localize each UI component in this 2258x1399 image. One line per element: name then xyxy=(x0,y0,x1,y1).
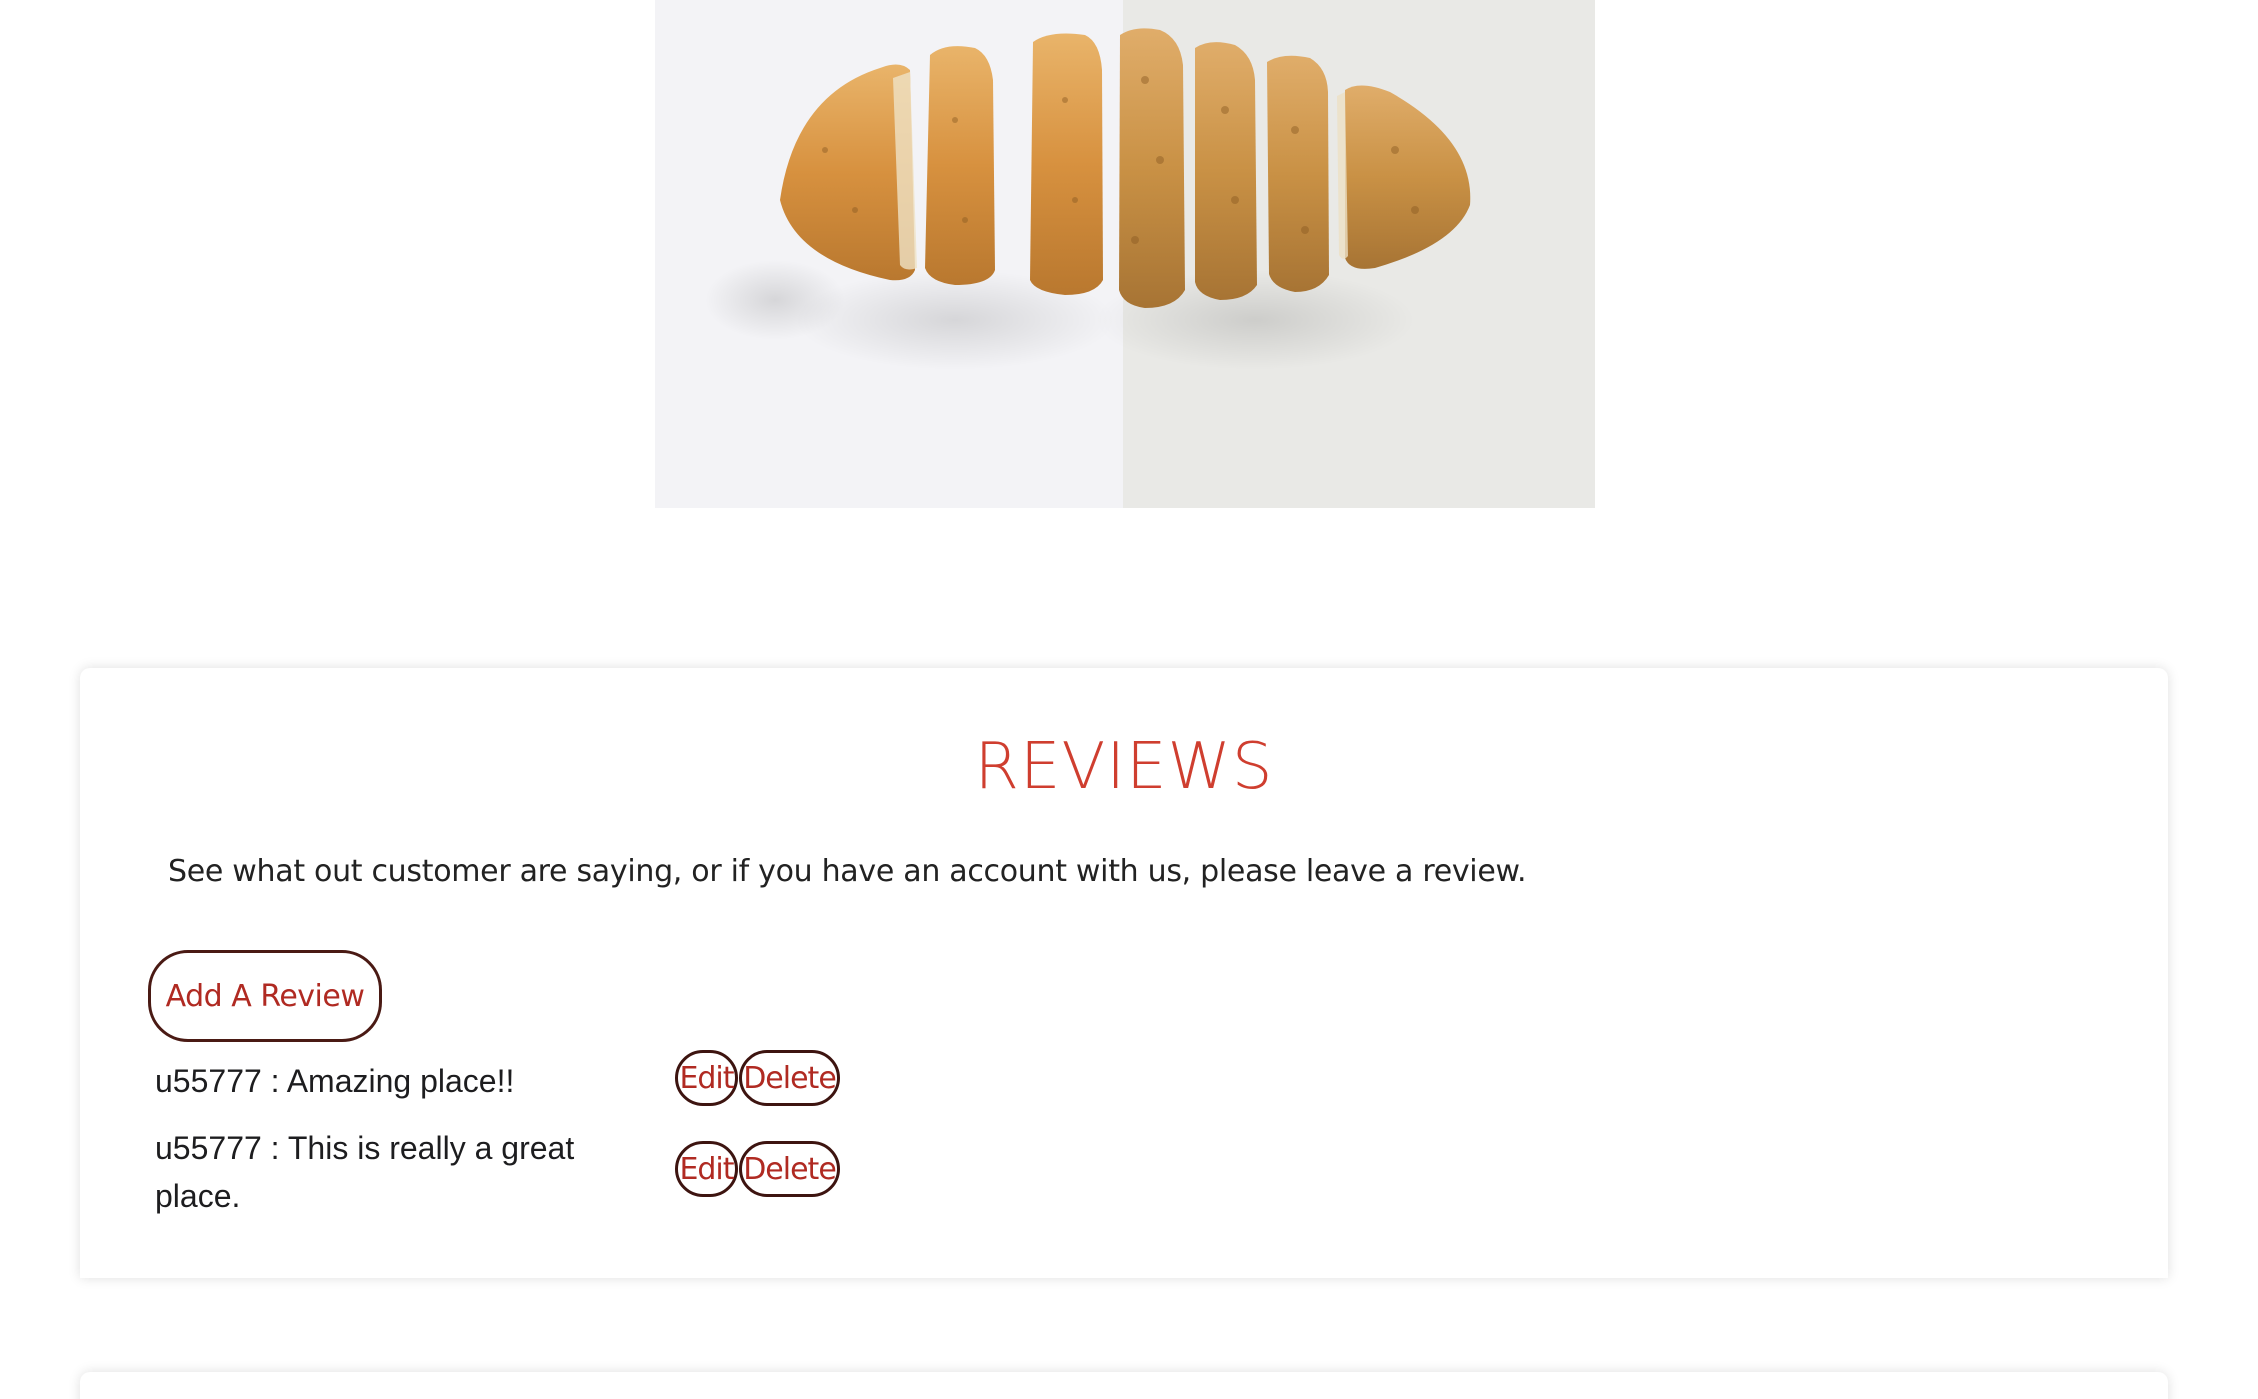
reviews-title: REVIEWS xyxy=(974,730,1274,804)
review-actions: Edit Delete xyxy=(675,1050,840,1106)
review-actions: Edit Delete xyxy=(675,1141,840,1197)
reviews-intro: See what out customer are saying, or if … xyxy=(168,854,1527,889)
reviews-card: REVIEWS See what out customer are saying… xyxy=(80,668,2168,1278)
sliced-bread-image xyxy=(655,0,1595,508)
review-item: u55777 : Amazing place!! xyxy=(155,1063,515,1099)
delete-review-button[interactable]: Delete xyxy=(739,1141,840,1197)
edit-review-button[interactable]: Edit xyxy=(675,1050,738,1106)
page: REVIEWS See what out customer are saying… xyxy=(0,0,2258,1399)
next-section-card xyxy=(80,1372,2168,1399)
edit-review-button[interactable]: Edit xyxy=(675,1141,738,1197)
review-item: u55777 : This is really a great place. xyxy=(155,1130,575,1214)
delete-review-button[interactable]: Delete xyxy=(739,1050,840,1106)
add-review-button[interactable]: Add A Review xyxy=(148,950,382,1042)
